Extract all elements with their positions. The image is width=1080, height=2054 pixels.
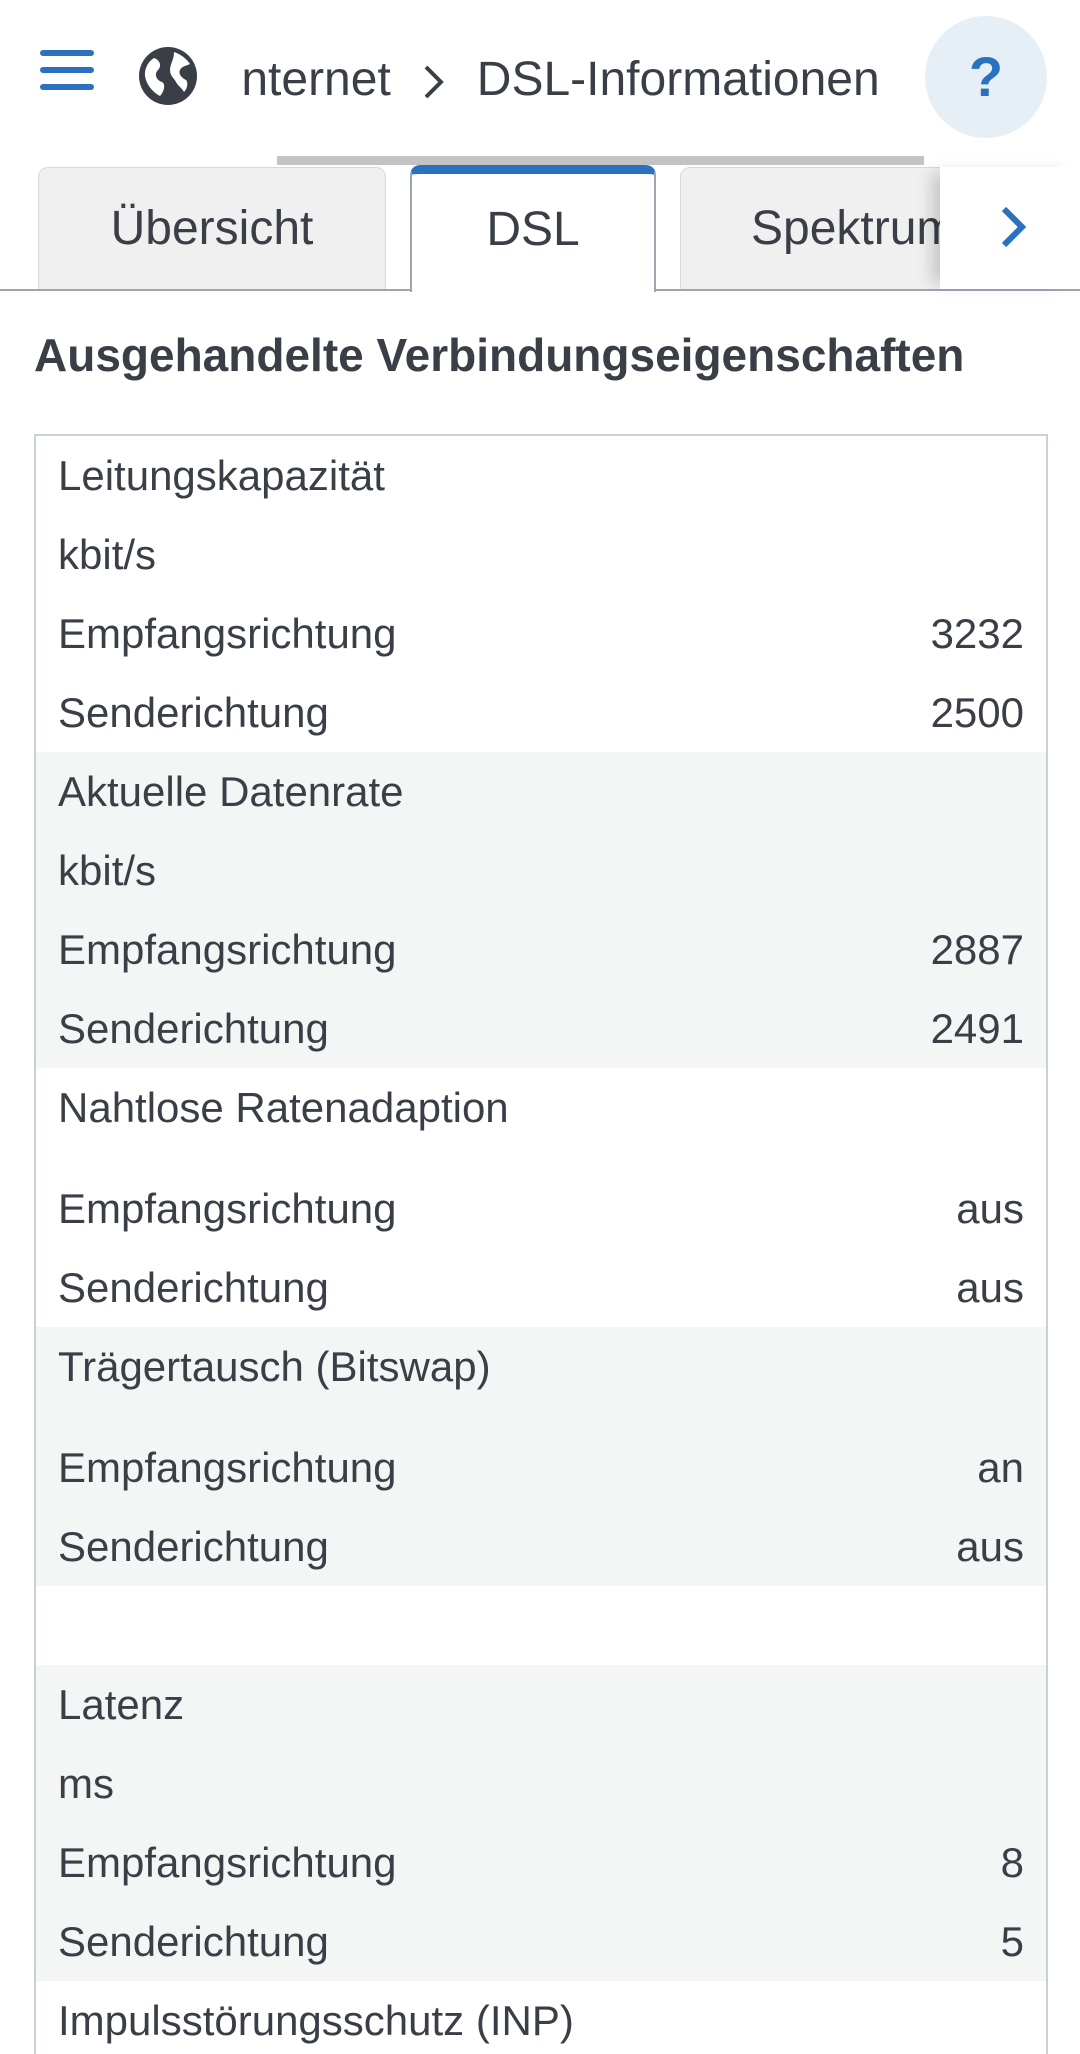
group-unit: kbit/s xyxy=(58,531,157,578)
group-latency: Latenz ms Empfangsrichtung 8 Senderichtu… xyxy=(36,1665,1046,1981)
table-row: Senderichtung aus xyxy=(36,1248,1046,1327)
table-row: Senderichtung 2491 xyxy=(36,989,1046,1068)
group-seamless-rate-adaption: Nahtlose Ratenadaption Empfangsrichtung … xyxy=(36,1068,1046,1327)
tab-overview[interactable]: Übersicht xyxy=(38,167,386,289)
section-title: Ausgehandelte Verbindungseigenschaften xyxy=(34,329,965,381)
row-value: 2887 xyxy=(930,926,1024,973)
table-row: Empfangsrichtung 2887 xyxy=(36,910,1046,989)
row-value: 8 xyxy=(1000,1839,1024,1886)
group-title: Leitungskapazität xyxy=(58,452,385,499)
group-title: Nahtlose Ratenadaption xyxy=(58,1084,509,1131)
row-value: aus xyxy=(956,1264,1024,1311)
help-button[interactable]: ? xyxy=(925,16,1047,138)
menu-icon[interactable] xyxy=(40,48,94,92)
table-row: Empfangsrichtung 3232 xyxy=(36,594,1046,673)
app-header: Internet DSL-Informationen ? xyxy=(0,0,1080,165)
row-spacer xyxy=(36,1147,1046,1169)
row-value: an xyxy=(977,1444,1024,1491)
row-value: 3232 xyxy=(930,610,1024,657)
group-current-data-rate: Aktuelle Datenrate kbit/s Empfangsrichtu… xyxy=(36,752,1046,1068)
row-value: 5 xyxy=(1000,1918,1024,1965)
globe-icon xyxy=(139,47,197,105)
row-value: aus xyxy=(956,1523,1024,1570)
table-row: Senderichtung 5 xyxy=(36,1902,1046,1981)
group-line-capacity: Leitungskapazität kbit/s Empfangsrichtun… xyxy=(36,436,1046,752)
row-label: Senderichtung xyxy=(58,689,329,736)
row-label: Senderichtung xyxy=(58,1523,329,1570)
breadcrumb-parent-link[interactable]: Internet xyxy=(240,30,391,130)
row-label: Senderichtung xyxy=(58,1005,329,1052)
connection-properties-table: Leitungskapazität kbit/s Empfangsrichtun… xyxy=(34,434,1048,2054)
table-row: Empfangsrichtung 8 xyxy=(36,1823,1046,1902)
tab-dsl[interactable]: DSL xyxy=(410,165,656,292)
group-bitswap: Trägertausch (Bitswap) Empfangsrichtung … xyxy=(36,1327,1046,1586)
table-row: Empfangsrichtung aus xyxy=(36,1169,1046,1248)
row-label: Senderichtung xyxy=(58,1918,329,1965)
row-value: 2500 xyxy=(930,689,1024,736)
row-label: Empfangsrichtung xyxy=(58,1839,397,1886)
row-label: Empfangsrichtung xyxy=(58,610,397,657)
row-label: Senderichtung xyxy=(58,1264,329,1311)
group-title: Latenz xyxy=(58,1681,185,1728)
table-row: Senderichtung aus xyxy=(36,1507,1046,1586)
group-title: Trägertausch (Bitswap) xyxy=(58,1343,491,1390)
row-label: Empfangsrichtung xyxy=(58,926,397,973)
group-unit: ms xyxy=(58,1760,114,1807)
chevron-right-icon[interactable] xyxy=(990,187,1040,267)
chevron-right-icon xyxy=(411,30,457,130)
table-row: Senderichtung 2500 xyxy=(36,673,1046,752)
tab-bar: Übersicht Spektrum DSL xyxy=(0,165,1080,292)
breadcrumb-scrollbar xyxy=(277,156,924,165)
row-value: 2491 xyxy=(930,1005,1024,1052)
breadcrumb: Internet DSL-Informationen xyxy=(240,30,905,130)
table-row: Empfangsrichtung an xyxy=(36,1428,1046,1507)
row-label: Empfangsrichtung xyxy=(58,1185,397,1232)
row-label: Empfangsrichtung xyxy=(58,1444,397,1491)
group-title: Impulsstörungsschutz (INP) xyxy=(58,1997,574,2044)
group-title: Aktuelle Datenrate xyxy=(58,768,404,815)
breadcrumb-current: DSL-Informationen xyxy=(476,53,880,106)
group-unit: kbit/s xyxy=(58,847,157,894)
row-value: aus xyxy=(956,1185,1024,1232)
group-empty xyxy=(36,1586,1046,1665)
group-inp: Impulsstörungsschutz (INP) xyxy=(36,1981,1046,2054)
row-spacer xyxy=(36,1406,1046,1428)
